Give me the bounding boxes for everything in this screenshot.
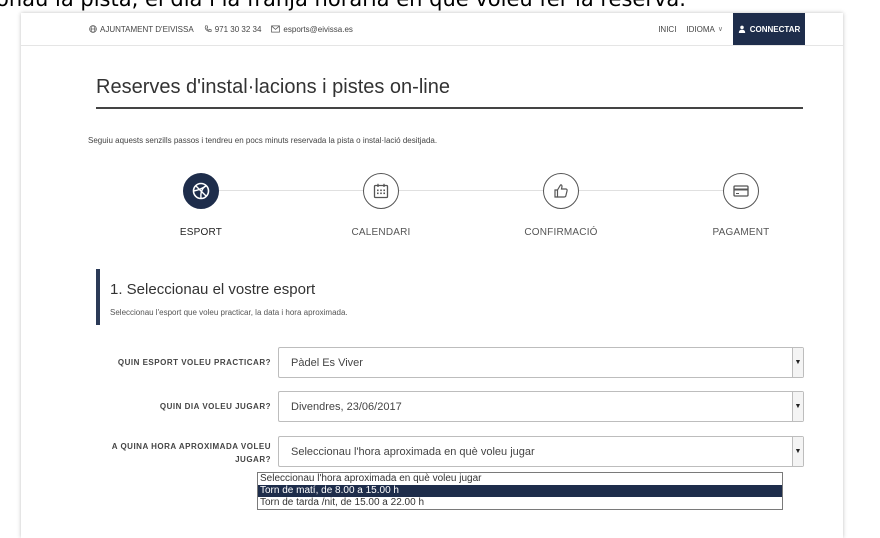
connect-label: CONNECTAR	[749, 24, 801, 34]
hour-select[interactable]: Seleccionau l'hora aproximada en què vol…	[278, 436, 804, 467]
phone-link[interactable]: 971 30 32 34	[204, 24, 262, 34]
hour-option[interactable]: Seleccionau l'hora aproximada en què vol…	[258, 473, 782, 485]
steps-connector	[201, 190, 751, 191]
step-label: ESPORT	[179, 227, 223, 238]
day-label: QUIN DIA VOLEU JUGAR?	[159, 402, 271, 411]
day-value: Divendres, 23/06/2017	[291, 400, 402, 413]
sport-row: QUIN ESPORT VOLEU PRACTICAR? Pàdel Es Vi…	[71, 347, 805, 378]
envelope-icon	[271, 25, 281, 33]
sport-label: QUIN ESPORT VOLEU PRACTICAR?	[117, 358, 271, 367]
step-calendari[interactable]: CALENDARI	[321, 170, 441, 238]
chevron-down-icon[interactable]: ▼	[792, 348, 803, 377]
day-row: QUIN DIA VOLEU JUGAR? Divendres, 23/06/2…	[71, 391, 805, 422]
nav-idioma[interactable]: IDIOMA ∨	[686, 25, 723, 34]
credit-card-icon	[733, 185, 749, 197]
top-bar: AJUNTAMENT D'EIVISSA 971 30 32 34 esport…	[21, 13, 843, 46]
connect-button[interactable]: CONNECTAR	[733, 13, 805, 45]
sport-value: Pàdel Es Viver	[291, 356, 363, 369]
calendar-icon	[373, 183, 389, 199]
user-icon	[738, 25, 745, 33]
step-label: CONFIRMACIÓ	[524, 227, 598, 238]
idioma-label: IDIOMA	[686, 24, 715, 34]
hour-value: Seleccionau l'hora aproximada en què vol…	[291, 445, 535, 458]
step-circle	[543, 173, 579, 209]
step-confirmacio[interactable]: CONFIRMACIÓ	[501, 170, 621, 238]
phone-number: 971 30 32 34	[214, 24, 262, 34]
sport-select[interactable]: Pàdel Es Viver ▼	[278, 347, 804, 378]
section-subtitle: Seleccionau l'esport que voleu practicar…	[110, 308, 348, 317]
hour-option[interactable]: Torn de tarda /nit, de 15.00 a 22.00 h	[258, 497, 782, 509]
step-circle	[363, 173, 399, 209]
ajuntament-label: AJUNTAMENT D'EIVISSA	[100, 24, 194, 34]
chevron-down-icon: ∨	[717, 26, 723, 33]
chevron-down-icon[interactable]: ▼	[792, 437, 803, 466]
ajuntament-link[interactable]: AJUNTAMENT D'EIVISSA	[89, 25, 194, 34]
thumbs-up-icon	[554, 184, 568, 198]
step-label: CALENDARI	[351, 227, 411, 238]
title-divider	[96, 107, 803, 109]
email-address: esports@eivissa.es	[283, 24, 353, 34]
step-circle	[723, 173, 759, 209]
basketball-icon	[192, 182, 210, 200]
nav-inici[interactable]: INICI	[658, 25, 676, 34]
hour-label: A QUINA HORA APROXIMADA VOLEU JUGAR?	[111, 442, 271, 464]
email-link[interactable]: esports@eivissa.es	[271, 24, 353, 34]
globe-icon	[89, 25, 97, 33]
section-heading: 1. Seleccionau el vostre esport	[110, 281, 316, 298]
hour-row: A QUINA HORA APROXIMADA VOLEU JUGAR? Sel…	[71, 436, 805, 467]
step-label: PAGAMENT	[712, 227, 770, 238]
browser-page: AJUNTAMENT D'EIVISSA 971 30 32 34 esport…	[21, 13, 843, 538]
wizard-steps: ESPORT CALENDARI CONFIRMACIÓ PAGAMENT	[111, 170, 831, 250]
phone-icon	[204, 25, 212, 32]
chevron-down-icon[interactable]: ▼	[792, 392, 803, 421]
hour-dropdown-list: Seleccionau l'hora aproximada en què vol…	[257, 472, 783, 510]
step-esport[interactable]: ESPORT	[141, 170, 261, 238]
intro-text: Seguiu aquests senzills passos i tendreu…	[88, 136, 438, 145]
caption-text: onau la pista, el dia i la franja horàri…	[0, 0, 880, 13]
page-title: Reserves d'instal·lacions i pistes on-li…	[96, 76, 450, 98]
day-select[interactable]: Divendres, 23/06/2017 ▼	[278, 391, 804, 422]
hour-option-highlighted[interactable]: Torn de matí, de 8.00 a 15.00 h	[258, 485, 782, 497]
step-circle	[183, 173, 219, 209]
step-pagament[interactable]: PAGAMENT	[681, 170, 801, 238]
section-header: 1. Seleccionau el vostre esport Seleccio…	[96, 269, 348, 325]
